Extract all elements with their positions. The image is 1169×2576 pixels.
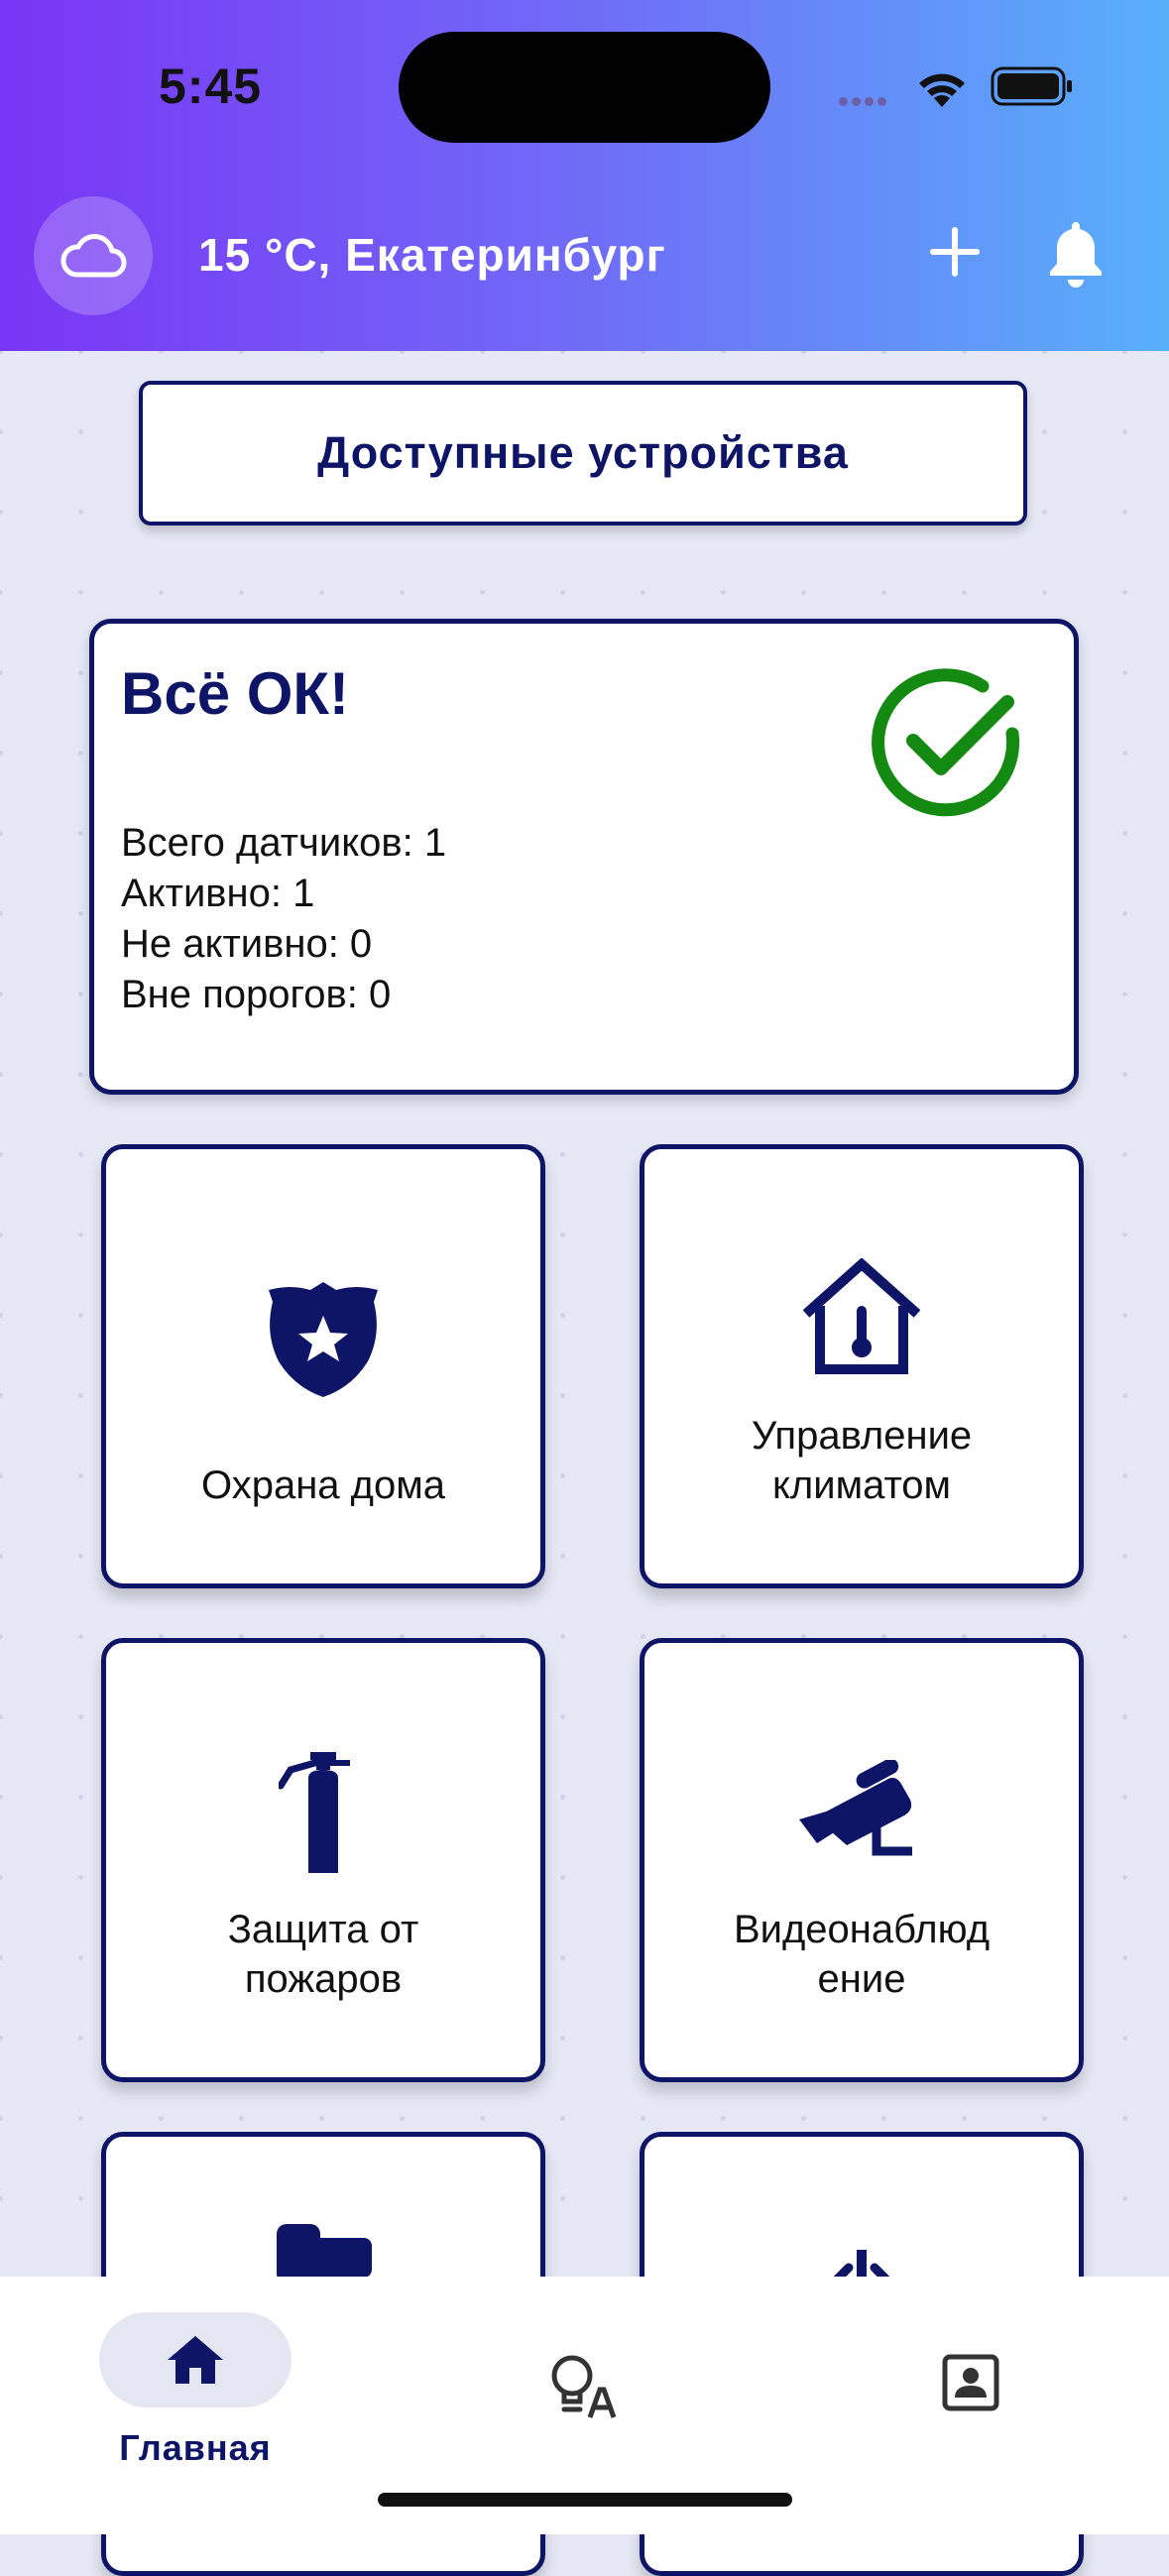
tab-home-label[interactable]: Главная — [79, 2427, 311, 2469]
app-header: 5:45 15 °C, Екатеринбург — [0, 0, 1169, 351]
weather-button[interactable] — [34, 196, 153, 315]
faucet-icon — [106, 2218, 540, 2278]
tile-climate-control[interactable]: Управление климатом — [640, 1144, 1084, 1588]
house-thermometer-icon — [644, 1258, 1079, 1375]
tile-climate-control-label: Управление климатом — [751, 1414, 973, 1507]
fire-extinguisher-icon — [106, 1748, 540, 1877]
available-devices-button[interactable]: Доступные устройства — [139, 381, 1027, 526]
home-indicator — [378, 2493, 792, 2507]
cloud-icon — [60, 234, 127, 278]
battery-icon — [991, 66, 1072, 106]
stat-total-sensors: Всего датчиков: 1 — [121, 821, 447, 865]
weather-location-text: 15 °C, Екатеринбург — [198, 229, 666, 281]
home-icon — [168, 2336, 223, 2384]
tab-home[interactable] — [99, 2312, 292, 2407]
bell-icon[interactable] — [1045, 218, 1107, 288]
dynamic-island — [399, 32, 770, 143]
wifi-icon — [919, 73, 965, 107]
stat-out-of-threshold: Вне порогов: 0 — [121, 973, 392, 1016]
tile-video-surveillance-label: Видеонаблюд ение — [733, 1908, 991, 2001]
check-circle-icon — [872, 668, 1020, 817]
sensor-stats: Всего датчиков: 1 Активно: 1 Не активно:… — [121, 818, 446, 1020]
shield-star-icon — [106, 1278, 540, 1401]
status-title: Всё ОК! — [121, 660, 350, 727]
available-devices-label: Доступные устройства — [317, 427, 849, 478]
tile-fire-protection-label: Защита от пожаров — [227, 1908, 419, 2001]
plus-icon[interactable] — [925, 222, 985, 282]
tile-home-security-label: Охрана дома — [201, 1464, 445, 1507]
stat-inactive: Не активно: 0 — [121, 922, 373, 966]
system-status-card: Всё ОК! Всего датчиков: 1 Активно: 1 Не … — [89, 619, 1079, 1095]
lightbulb-icon[interactable] — [548, 2354, 618, 2419]
tile-home-security[interactable]: Охрана дома — [101, 1144, 545, 1588]
tile-fire-protection[interactable]: Защита от пожаров — [101, 1638, 545, 2082]
status-time: 5:45 — [159, 59, 263, 114]
profile-icon[interactable] — [942, 2354, 999, 2411]
cellular-signal-icon — [839, 93, 890, 111]
security-camera-icon — [644, 1760, 1079, 1863]
stat-active: Активно: 1 — [121, 872, 315, 915]
tile-video-surveillance[interactable]: Видеонаблюд ение — [640, 1638, 1084, 2082]
